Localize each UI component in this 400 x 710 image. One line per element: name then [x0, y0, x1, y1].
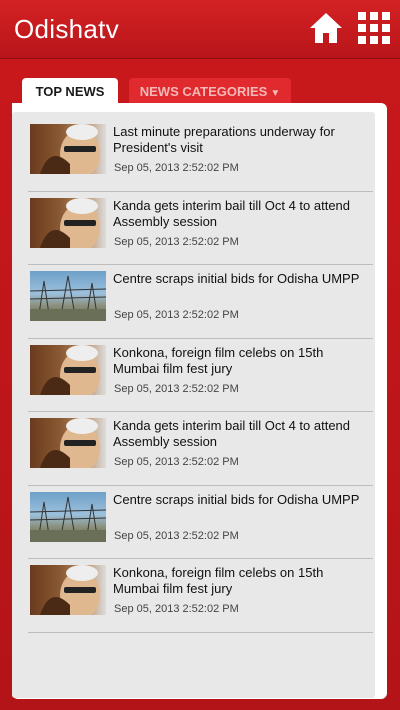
- news-item[interactable]: Centre scraps initial bids for Odisha UM…: [28, 265, 373, 339]
- news-title[interactable]: Centre scraps initial bids for Odisha UM…: [113, 271, 363, 287]
- tab-top-news[interactable]: TOP NEWS: [22, 78, 118, 104]
- news-title[interactable]: Kanda gets interim bail till Oct 4 to at…: [113, 198, 363, 230]
- news-title[interactable]: Centre scraps initial bids for Odisha UM…: [113, 492, 363, 508]
- news-thumbnail: [30, 271, 106, 321]
- news-date: Sep 05, 2013 2:52:02 PM: [114, 603, 239, 615]
- app-header: Odishatv: [0, 0, 400, 59]
- news-item[interactable]: Konkona, foreign film celebs on 15th Mum…: [28, 339, 373, 412]
- news-date: Sep 05, 2013 2:52:02 PM: [114, 309, 239, 321]
- news-thumbnail: [30, 491, 106, 542]
- news-title[interactable]: Last minute preparations underway for Pr…: [113, 124, 363, 156]
- caret-down-icon: ▼: [270, 88, 281, 99]
- news-date: Sep 05, 2013 2:52:02 PM: [114, 162, 239, 174]
- news-thumbnail: [30, 344, 106, 395]
- news-item[interactable]: Konkona, foreign film celebs on 15th Mum…: [28, 559, 373, 633]
- tab-news-categories-label: NEWS CATEGORIES: [139, 84, 268, 99]
- news-list: Last minute preparations underway for Pr…: [28, 118, 373, 633]
- grid-menu-icon[interactable]: [358, 12, 390, 44]
- news-item[interactable]: Centre scraps initial bids for Odisha UM…: [28, 486, 373, 559]
- news-item[interactable]: Last minute preparations underway for Pr…: [28, 118, 373, 192]
- news-date: Sep 05, 2013 2:52:02 PM: [114, 456, 239, 468]
- app-logo: Odishatv: [14, 14, 120, 44]
- news-date: Sep 05, 2013 2:52:02 PM: [114, 235, 239, 248]
- news-thumbnail: [30, 565, 106, 615]
- news-item[interactable]: Kanda gets interim bail till Oct 4 to at…: [28, 192, 373, 265]
- news-thumbnail: [30, 124, 106, 174]
- news-thumbnail: [30, 418, 106, 468]
- news-title[interactable]: Konkona, foreign film celebs on 15th Mum…: [113, 345, 363, 377]
- news-title[interactable]: Konkona, foreign film celebs on 15th Mum…: [113, 565, 363, 597]
- news-title[interactable]: Kanda gets interim bail till Oct 4 to at…: [113, 418, 363, 450]
- tab-news-categories[interactable]: NEWS CATEGORIES ▼: [129, 78, 291, 104]
- news-item[interactable]: Kanda gets interim bail till Oct 4 to at…: [28, 412, 373, 486]
- home-icon[interactable]: [308, 10, 344, 46]
- news-thumbnail: [30, 197, 106, 248]
- news-date: Sep 05, 2013 2:52:02 PM: [114, 529, 239, 542]
- news-date: Sep 05, 2013 2:52:02 PM: [114, 382, 239, 395]
